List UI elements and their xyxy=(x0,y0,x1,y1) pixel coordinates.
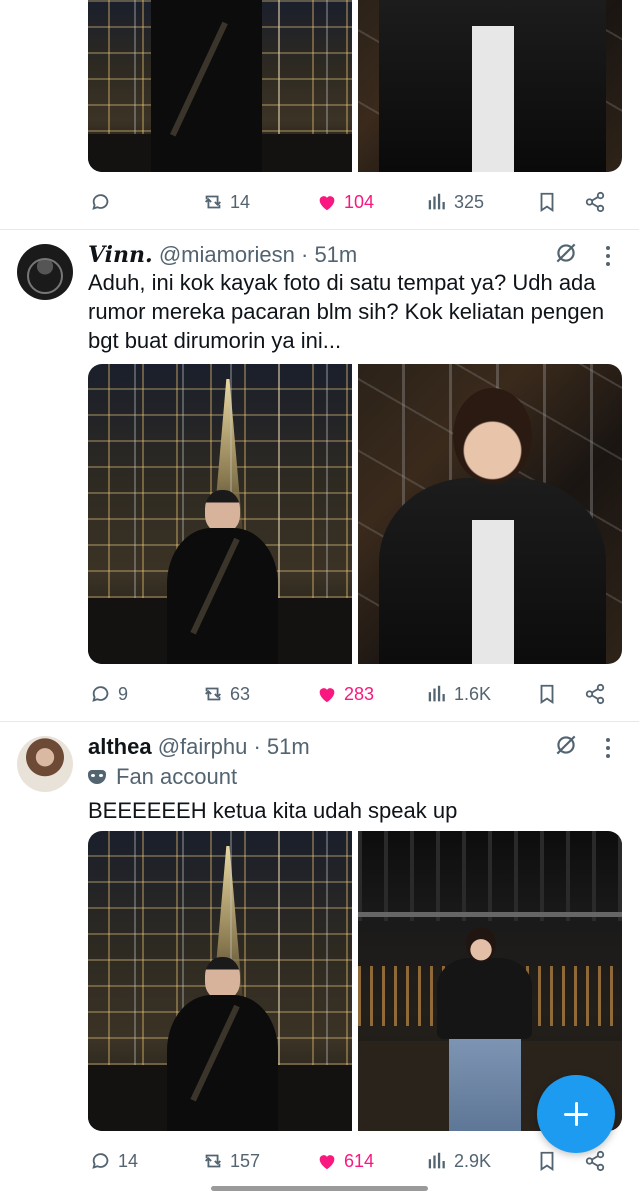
handle[interactable]: @miamoriesn xyxy=(159,242,295,267)
like-count: 283 xyxy=(344,683,375,704)
views-icon xyxy=(428,1152,445,1169)
share-button[interactable] xyxy=(584,679,606,709)
tweet-media[interactable] xyxy=(88,364,622,664)
views-button[interactable]: 2.9K xyxy=(426,1146,491,1176)
bookmark-button[interactable] xyxy=(536,187,558,217)
tweet-1[interactable]: Vinn. @miamoriesn · 51m Aduh, ini kok ka… xyxy=(0,230,639,720)
reply-icon xyxy=(92,194,109,210)
retweet-icon xyxy=(205,195,221,209)
bookmark-icon xyxy=(540,1151,554,1171)
home-indicator[interactable] xyxy=(211,1186,428,1191)
tweet-header: Vinn. @miamoriesn · 51m xyxy=(88,242,357,268)
like-count: 614 xyxy=(344,1150,375,1171)
fan-account-text: Fan account xyxy=(116,764,238,789)
display-name[interactable]: Vinn. xyxy=(88,242,153,268)
tweet-media[interactable] xyxy=(88,0,622,172)
media-photo-right[interactable] xyxy=(358,0,622,172)
heart-icon xyxy=(319,688,335,703)
reply-icon xyxy=(92,1153,109,1169)
mask-icon xyxy=(88,770,106,784)
reply-button[interactable]: 9 xyxy=(90,679,128,709)
views-button[interactable]: 325 xyxy=(426,187,484,217)
like-button[interactable]: 104 xyxy=(316,187,374,217)
bookmark-button[interactable] xyxy=(536,1146,558,1176)
views-count: 1.6K xyxy=(454,683,492,704)
views-button[interactable]: 1.6K xyxy=(426,679,491,709)
compose-button[interactable] xyxy=(537,1075,615,1153)
handle[interactable]: @fairphu xyxy=(158,734,248,759)
timestamp[interactable]: 51m xyxy=(267,734,310,759)
more-icon[interactable] xyxy=(604,244,612,268)
retweet-count: 157 xyxy=(230,1150,261,1171)
retweet-button[interactable]: 14 xyxy=(202,187,250,217)
views-count: 2.9K xyxy=(454,1150,492,1171)
views-count: 325 xyxy=(454,191,485,212)
like-button[interactable]: 283 xyxy=(316,679,374,709)
retweet-button[interactable]: 63 xyxy=(202,679,250,709)
like-count: 104 xyxy=(344,191,375,212)
fan-account-label: Fan account xyxy=(88,764,237,790)
bookmark-icon xyxy=(540,684,554,704)
reply-button[interactable] xyxy=(90,187,118,217)
tweet-text: Aduh, ini kok kayak foto di satu tempat … xyxy=(88,270,605,353)
bookmark-icon xyxy=(540,192,554,212)
retweet-count: 63 xyxy=(230,683,251,704)
display-name[interactable]: althea xyxy=(88,734,152,759)
tweet-header: althea @fairphu · 51m xyxy=(88,734,310,760)
photo-detail xyxy=(358,831,622,921)
grok-icon[interactable] xyxy=(553,732,579,758)
tweet-actions: 14 104 325 xyxy=(88,187,623,217)
separator: · xyxy=(253,734,261,759)
share-button[interactable] xyxy=(584,187,606,217)
retweet-icon xyxy=(205,687,221,701)
retweet-button[interactable]: 157 xyxy=(202,1146,260,1176)
grok-icon[interactable] xyxy=(553,240,579,266)
views-icon xyxy=(428,193,445,210)
tweet-0[interactable]: 14 104 325 xyxy=(0,0,639,229)
photo-detail xyxy=(358,912,622,917)
retweet-count: 14 xyxy=(230,191,251,212)
tweet-text: BEEEEEEH ketua kita udah speak up xyxy=(88,798,458,823)
like-button[interactable]: 614 xyxy=(316,1146,374,1176)
tweet-actions: 14 157 614 2.9K xyxy=(88,1146,623,1176)
tweet-media[interactable] xyxy=(88,831,622,1131)
reply-count: 14 xyxy=(118,1150,139,1171)
heart-icon xyxy=(319,196,335,211)
more-icon[interactable] xyxy=(604,736,612,760)
avatar[interactable] xyxy=(17,736,73,792)
media-photo-left[interactable] xyxy=(88,831,352,1131)
separator: · xyxy=(300,242,309,267)
avatar[interactable] xyxy=(17,244,73,300)
photo-subject xyxy=(453,388,533,484)
photo-subject xyxy=(167,490,279,664)
media-photo-left[interactable] xyxy=(88,364,352,664)
reply-icon xyxy=(92,686,109,702)
photo-subject xyxy=(151,0,263,172)
reply-count: 9 xyxy=(118,683,129,704)
timestamp[interactable]: 51m xyxy=(314,242,357,267)
media-photo-right[interactable] xyxy=(358,364,622,664)
photo-subject xyxy=(437,927,533,1131)
tweet-actions: 9 63 283 1.6K xyxy=(88,679,623,709)
retweet-icon xyxy=(205,1154,221,1168)
reply-button[interactable]: 14 xyxy=(90,1146,138,1176)
heart-icon xyxy=(319,1155,335,1170)
photo-subject xyxy=(471,25,514,172)
compose-plus-icon xyxy=(564,1102,588,1126)
share-icon xyxy=(585,191,605,213)
share-icon xyxy=(585,683,605,705)
share-icon xyxy=(585,1150,605,1172)
media-photo-left[interactable] xyxy=(88,0,352,172)
bookmark-button[interactable] xyxy=(536,679,558,709)
views-icon xyxy=(428,685,445,702)
photo-subject xyxy=(167,957,279,1131)
photo-subject xyxy=(471,520,514,664)
